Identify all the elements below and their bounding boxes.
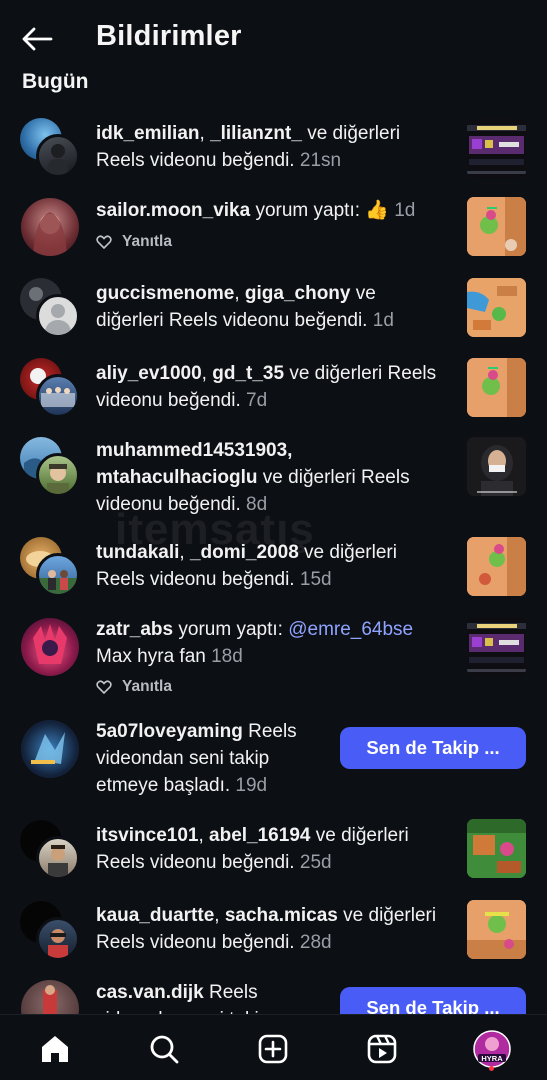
follow-back-button[interactable]: Sen de Takip ... (340, 727, 526, 769)
reply-button[interactable]: Yanıtla (122, 233, 172, 251)
create-icon (258, 1034, 288, 1064)
follow-back-button[interactable]: Sen de Takip ... (340, 987, 526, 1014)
post-thumbnail[interactable] (467, 437, 526, 496)
avatar (36, 917, 80, 961)
home-icon (42, 1036, 68, 1062)
notification-item[interactable]: cas.van.dijk Reels videondan seni takip … (0, 978, 547, 1014)
notification-item[interactable]: guccismenome, giga_chony ve diğerleri Re… (0, 277, 547, 339)
notification-text: zatr_abs yorum yaptı: @emre_64bse Max hy… (96, 619, 414, 667)
avatar (36, 553, 80, 597)
reply-row[interactable]: Yanıtla (96, 678, 172, 696)
section-title-today: Bugün (22, 70, 89, 93)
page-title: Bildirimler (96, 20, 242, 52)
heart-icon[interactable] (96, 680, 112, 694)
notification-item[interactable]: sailor.moon_vika yorum yaptı: 👍 1d Yanıt… (0, 195, 547, 265)
notification-item[interactable]: tundakali, _domi_2008 ve diğerleri Reels… (0, 536, 547, 598)
post-thumbnail[interactable] (467, 278, 526, 337)
avatar (36, 836, 80, 880)
profile-avatar: HYRA (473, 1030, 511, 1068)
bottom-nav: HYRA (0, 1014, 547, 1080)
notification-list: idk_emilian, _lilianznt_ ve diğerleri Re… (0, 100, 547, 1014)
back-arrow-icon (22, 27, 53, 51)
notification-text: cas.van.dijk Reels videondan seni takip (96, 982, 269, 1014)
notification-text: itsvince101, abel_16194 ve diğerleri Ree… (96, 825, 409, 873)
notification-text: aliy_ev1000, gd_t_35 ve diğerleri Reels … (96, 363, 437, 411)
post-thumbnail[interactable] (467, 119, 526, 178)
nav-profile[interactable]: HYRA (472, 1029, 512, 1069)
avatar (21, 980, 79, 1014)
svg-text:HYRA: HYRA (481, 1054, 503, 1063)
avatar-group[interactable] (20, 278, 80, 338)
avatar (21, 198, 79, 256)
notification-text: idk_emilian, _lilianznt_ ve diğerleri Re… (96, 123, 401, 171)
reels-icon (367, 1034, 397, 1064)
avatar-group[interactable] (20, 197, 80, 257)
notification-text: guccismenome, giga_chony ve diğerleri Re… (96, 283, 394, 331)
notification-dot (489, 1066, 494, 1071)
notification-item[interactable]: kaua_duartte, sacha.micas ve diğerleri R… (0, 900, 547, 962)
nav-reels[interactable] (362, 1029, 402, 1069)
avatar (21, 720, 79, 778)
notification-item[interactable]: zatr_abs yorum yaptı: @emre_64bse Max hy… (0, 615, 547, 705)
notification-item[interactable]: 5a07loveyaming Reels videondan seni taki… (0, 717, 547, 807)
notification-text: 5a07loveyaming Reels videondan seni taki… (96, 721, 297, 796)
search-icon (150, 1035, 179, 1064)
avatar (36, 453, 80, 497)
avatar-group[interactable] (20, 118, 80, 178)
notification-item[interactable]: aliy_ev1000, gd_t_35 ve diğerleri Reels … (0, 357, 547, 419)
notification-text: tundakali, _domi_2008 ve diğerleri Reels… (96, 542, 397, 590)
avatar-group[interactable] (20, 537, 80, 597)
post-thumbnail[interactable] (467, 900, 526, 959)
notification-text: muhammed14531903, mtahaculhacioglu ve diğ… (96, 440, 410, 515)
avatar (36, 294, 80, 338)
post-thumbnail[interactable] (467, 358, 526, 417)
avatar-group[interactable] (20, 437, 80, 497)
post-thumbnail[interactable] (467, 819, 526, 878)
avatar-group[interactable] (20, 617, 80, 677)
notification-item[interactable]: itsvince101, abel_16194 ve diğerleri Ree… (0, 819, 547, 881)
avatar (36, 134, 80, 178)
avatar (21, 618, 79, 676)
notification-item[interactable]: idk_emilian, _lilianznt_ ve diğerleri Re… (0, 117, 547, 179)
avatar-group[interactable] (20, 358, 80, 418)
notification-text: kaua_duartte, sacha.micas ve diğerleri R… (96, 905, 437, 953)
notification-text: sailor.moon_vika yorum yaptı: 👍 1d (96, 200, 416, 221)
avatar-group[interactable] (20, 901, 80, 961)
avatar-group[interactable] (20, 719, 80, 779)
notification-item[interactable]: muhammed14531903, mtahaculhacioglu ve diğ… (0, 436, 547, 526)
post-thumbnail[interactable] (467, 197, 526, 256)
nav-search[interactable] (144, 1029, 184, 1069)
reply-row[interactable]: Yanıtla (96, 233, 172, 251)
header: Bildirimler (0, 0, 547, 72)
avatar-group[interactable] (20, 820, 80, 880)
reply-button[interactable]: Yanıtla (122, 678, 172, 696)
nav-create[interactable] (253, 1029, 293, 1069)
avatar (36, 374, 80, 418)
heart-icon[interactable] (96, 235, 112, 249)
avatar-group[interactable] (20, 979, 80, 1014)
nav-home[interactable] (35, 1029, 75, 1069)
post-thumbnail[interactable] (467, 617, 526, 676)
post-thumbnail[interactable] (467, 537, 526, 596)
back-button[interactable] (18, 22, 56, 56)
